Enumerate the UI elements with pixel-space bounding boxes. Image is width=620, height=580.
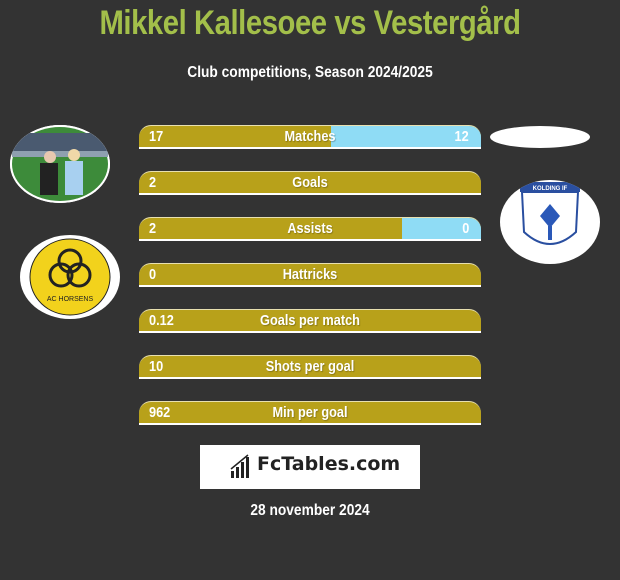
left-value: 2 [149, 174, 157, 191]
stat-row-goals: Goals 2 [139, 171, 481, 195]
date-label: 28 november 2024 [250, 502, 370, 519]
page-title: Mikkel Kallesoee vs Vestergård [99, 4, 521, 42]
fctables-logo[interactable]: FcTables.com [200, 445, 420, 489]
right-value: 12 [454, 128, 469, 145]
stat-row-shots-per-goal: Shots per goal 10 [139, 355, 481, 379]
club-logo-right: KOLDING IF [500, 180, 600, 264]
left-value: 17 [149, 128, 164, 145]
stat-label: Shots per goal [265, 358, 355, 375]
stat-row-min-per-goal: Min per goal 962 [139, 401, 481, 425]
player-photo-image [10, 125, 110, 203]
stat-row-matches: Matches 17 12 [139, 125, 481, 149]
club-logo-left: AC HORSENS [20, 235, 120, 319]
stat-label: Goals [292, 174, 328, 191]
left-value: 2 [149, 220, 157, 237]
stat-label: Min per goal [272, 404, 348, 421]
ac-horsens-logo-icon: AC HORSENS [29, 238, 111, 316]
stat-label: Matches [284, 128, 336, 145]
left-value: 962 [149, 404, 171, 421]
stat-row-assists: Assists 2 0 [139, 217, 481, 241]
club-name-left: AC HORSENS [47, 296, 94, 303]
stat-label: Assists [287, 220, 333, 237]
right-value: 0 [461, 220, 469, 237]
player-photo-left [10, 125, 110, 203]
left-value: 0 [149, 266, 157, 283]
stat-label: Hattricks [282, 266, 338, 283]
left-value: 0.12 [149, 312, 174, 329]
bar-chart-icon [230, 454, 249, 478]
stat-row-goals-per-match: Goals per match 0.12 [139, 309, 481, 333]
stat-row-hattricks: Hattricks 0 [139, 263, 481, 287]
left-value: 10 [149, 358, 164, 375]
player-photo-right [490, 126, 590, 148]
club-name-right: KOLDING IF [533, 186, 568, 192]
stat-label: Goals per match [260, 312, 360, 329]
brand-name: FcTables.com [257, 453, 401, 475]
kolding-if-logo-icon: KOLDING IF [520, 182, 580, 245]
page-subtitle: Club competitions, Season 2024/2025 [187, 64, 433, 81]
